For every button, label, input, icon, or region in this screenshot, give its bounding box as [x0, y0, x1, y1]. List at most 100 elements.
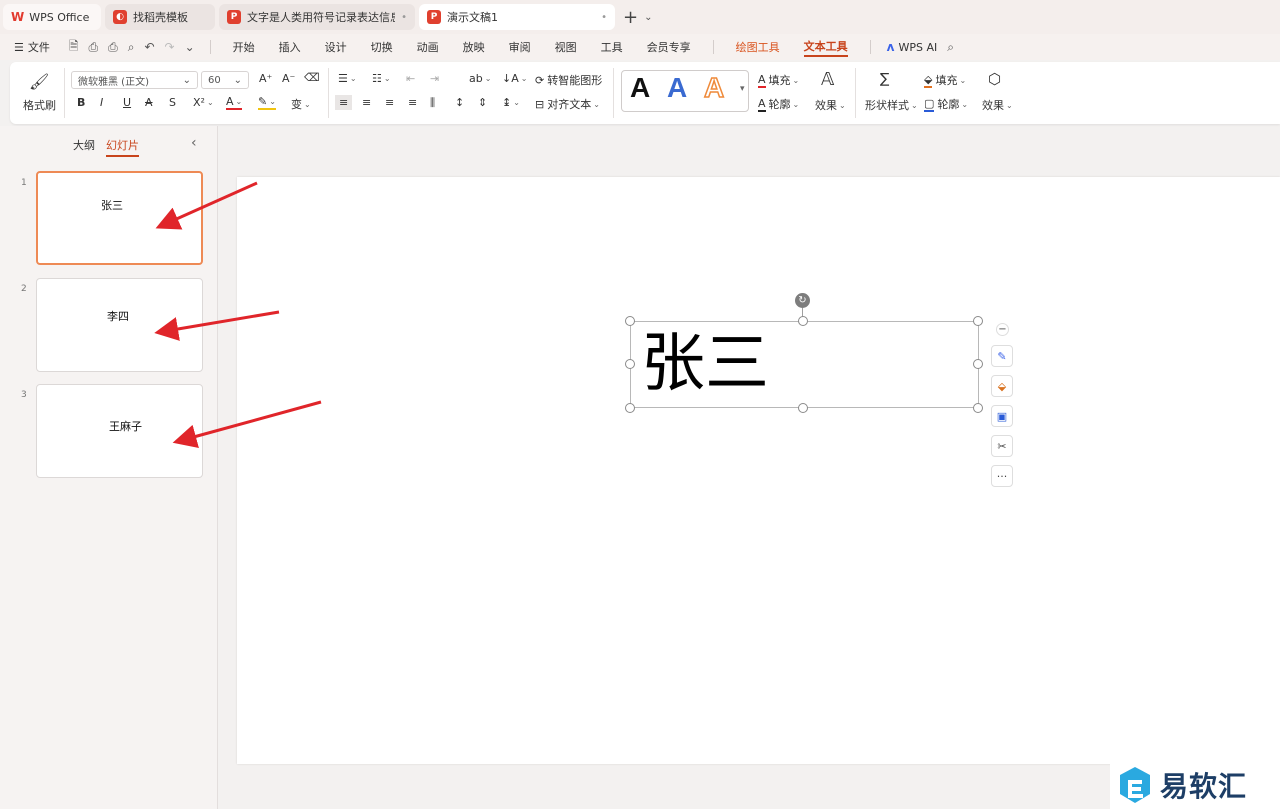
resize-handle-bottom[interactable] — [798, 403, 808, 413]
menu-transition[interactable]: 切换 — [371, 39, 393, 55]
shape-style-button[interactable]: 形状样式 ⌄ — [865, 97, 918, 113]
tab-template[interactable]: ◐ 找稻壳模板 — [105, 4, 215, 30]
font-color-icon[interactable]: A ⌄ — [226, 95, 243, 110]
quick-access-chevron-icon[interactable]: ⌄ — [185, 40, 195, 54]
unsaved-dot-icon[interactable]: • — [595, 12, 607, 23]
bold-icon[interactable]: B — [77, 96, 85, 109]
text-style-blue[interactable]: A — [667, 72, 687, 104]
line-spacing-menu-icon[interactable]: ↨ ⌄ — [502, 96, 520, 109]
pen-icon[interactable]: ✎ — [991, 345, 1013, 367]
menu-tools[interactable]: 工具 — [601, 39, 623, 55]
strikethrough-icon[interactable]: A — [145, 96, 153, 109]
resize-handle-bottom-right[interactable] — [973, 403, 983, 413]
superscript-icon[interactable]: X² ⌄ — [193, 96, 214, 109]
save-icon[interactable]: 🗎 — [69, 37, 79, 58]
tab-document-2[interactable]: P 演示文稿1 • — [419, 4, 615, 30]
decrease-font-icon[interactable]: A⁻ — [282, 72, 295, 85]
highlight-icon[interactable]: ✎ ⌄ — [258, 95, 276, 110]
resize-handle-right[interactable] — [973, 359, 983, 369]
menu-animation[interactable]: 动画 — [417, 39, 439, 55]
tab-outline[interactable]: 大纲 — [73, 137, 95, 157]
slide-canvas[interactable]: ↻ 张三 − ✎ ⬙ ▣ ✂ ··· — [237, 177, 1280, 764]
shape-effect-icon[interactable]: ⬡ — [988, 70, 1001, 88]
menu-insert[interactable]: 插入 — [279, 39, 301, 55]
tab-list-chevron-icon[interactable]: ⌄ — [644, 12, 652, 23]
menu-member[interactable]: 会员专享 — [647, 39, 691, 55]
tab-wps-office[interactable]: W WPS Office — [3, 4, 101, 30]
collapse-toolbar-icon[interactable]: − — [996, 323, 1009, 336]
slide-thumbnail-3[interactable]: 王麻子 — [36, 384, 203, 478]
text-style-black[interactable]: A — [630, 72, 650, 104]
slide-thumbnail-2[interactable]: 李四 — [36, 278, 203, 372]
export-icon[interactable]: ⎙ — [89, 40, 99, 55]
increase-font-icon[interactable]: A⁺ — [259, 72, 272, 85]
text-box-content[interactable]: 张三 — [641, 326, 769, 402]
decrease-indent-icon[interactable]: ⇤ — [406, 72, 415, 85]
fill-bucket-icon[interactable]: ⬙ — [991, 375, 1013, 397]
new-tab-button[interactable]: + — [623, 7, 638, 28]
align-center-icon[interactable]: ≡ — [362, 96, 371, 109]
shape-style-icon[interactable]: ∑ — [880, 71, 889, 87]
distribute-icon[interactable]: ⫼ — [430, 96, 435, 110]
column-spacing-icon[interactable]: ⇕ — [478, 96, 487, 109]
slide-thumbnail-1[interactable]: 张三 — [36, 171, 203, 265]
italic-icon[interactable]: I — [100, 96, 103, 109]
phonetic-guide-icon[interactable]: 变 ⌄ — [291, 96, 311, 112]
menu-drawing-tools[interactable]: 绘图工具 — [736, 39, 780, 55]
line-spacing-icon[interactable]: ↓A ⌄ — [502, 72, 527, 85]
selected-text-box[interactable]: 张三 — [630, 321, 979, 408]
shape-effect-button[interactable]: 效果 ⌄ — [982, 97, 1013, 113]
align-right-icon[interactable]: ≡ — [385, 96, 394, 109]
menu-text-tools[interactable]: 文本工具 — [803, 38, 848, 57]
font-size-select[interactable]: 60 ⌄ — [201, 71, 249, 89]
text-effect-button[interactable]: 效果 ⌄ — [815, 97, 846, 113]
paragraph-spacing-icon[interactable]: ↕ — [455, 96, 464, 109]
increase-indent-icon[interactable]: ⇥ — [430, 72, 439, 85]
format-painter-label[interactable]: 格式刷 — [23, 97, 56, 113]
text-effect-icon[interactable]: 𝔸 — [821, 69, 834, 90]
more-options-button[interactable]: ··· — [991, 465, 1013, 487]
file-menu-button[interactable]: ☰ 文件 — [14, 39, 50, 55]
gallery-more-icon[interactable]: ▾ — [740, 84, 745, 94]
numbered-list-icon[interactable]: ☷ ⌄ — [372, 72, 391, 85]
menu-design[interactable]: 设计 — [325, 39, 347, 55]
tab-document-1[interactable]: P 文字是人类用符号记录表达信息以 • — [219, 4, 415, 30]
text-shadow-icon[interactable]: S — [169, 96, 176, 109]
print-icon[interactable]: ⎙ — [108, 40, 118, 55]
unsaved-dot-icon[interactable]: • — [395, 12, 407, 23]
menu-view[interactable]: 视图 — [555, 39, 577, 55]
tools-icon[interactable]: ✂ — [991, 435, 1013, 457]
redo-icon[interactable]: ↷ — [165, 40, 175, 54]
shape-outline-button[interactable]: ▢ 轮廓 ⌄ — [924, 96, 968, 112]
print-preview-icon[interactable]: ⌕ — [128, 40, 135, 55]
underline-icon[interactable]: U — [123, 96, 131, 109]
format-painter-icon[interactable]: 🖌 — [29, 72, 49, 91]
menu-home[interactable]: 开始 — [233, 39, 255, 55]
menu-slideshow[interactable]: 放映 — [463, 39, 485, 55]
shape-fill-button[interactable]: ⬙ 填充 ⌄ — [924, 72, 966, 88]
font-name-select[interactable]: 微软雅黑 (正文) ⌄ — [71, 71, 198, 89]
search-icon[interactable]: ⌕ — [947, 40, 954, 55]
text-outline-button[interactable]: A 轮廓 ⌄ — [758, 96, 799, 112]
resize-handle-top-right[interactable] — [973, 316, 983, 326]
resize-handle-top-left[interactable] — [625, 316, 635, 326]
text-style-orange-outline[interactable]: A — [703, 71, 725, 104]
resize-handle-left[interactable] — [625, 359, 635, 369]
wps-ai-button[interactable]: ʌ WPS AI — [887, 40, 938, 54]
smart-shape-button[interactable]: ⟳ 转智能图形 — [535, 72, 602, 88]
text-fill-button[interactable]: A 填充 ⌄ — [758, 72, 799, 88]
align-text-button[interactable]: ⊟ 对齐文本 ⌄ — [535, 96, 600, 112]
resize-handle-top[interactable] — [798, 316, 808, 326]
resize-handle-bottom-left[interactable] — [625, 403, 635, 413]
justify-icon[interactable]: ≡ — [408, 96, 417, 109]
bullet-list-icon[interactable]: ☰ ⌄ — [338, 72, 357, 85]
align-left-icon[interactable]: ≡ — [335, 95, 353, 110]
collapse-panel-chevron-icon[interactable]: ‹ — [191, 135, 197, 151]
undo-icon[interactable]: ↶ — [144, 40, 154, 54]
clear-format-icon[interactable]: ⌫ — [304, 71, 320, 84]
tab-slides[interactable]: 幻灯片 — [106, 137, 139, 157]
outline-box-icon[interactable]: ▣ — [991, 405, 1013, 427]
rotate-handle-icon[interactable]: ↻ — [795, 293, 810, 308]
menu-review[interactable]: 审阅 — [509, 39, 531, 55]
text-direction-icon[interactable]: ab ⌄ — [469, 72, 491, 85]
